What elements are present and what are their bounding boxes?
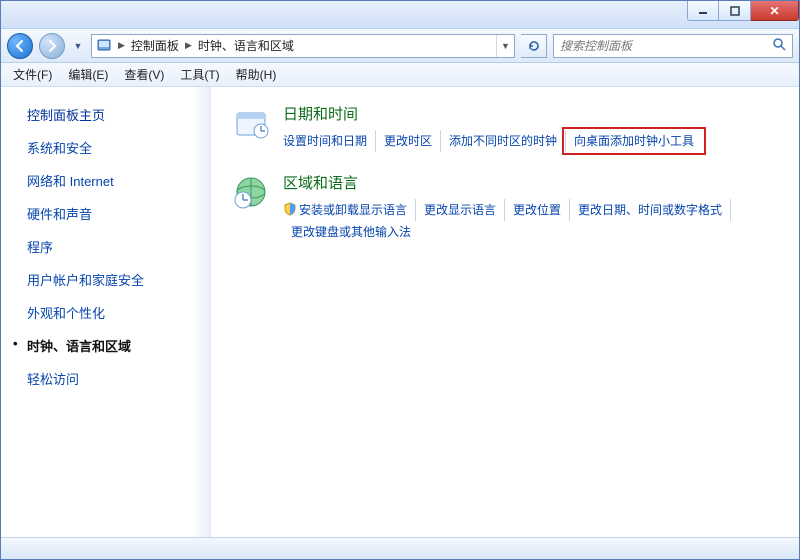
menu-view[interactable]: 查看(V) <box>118 64 170 85</box>
refresh-button[interactable] <box>521 34 547 58</box>
search-placeholder: 搜索控制面板 <box>560 37 632 54</box>
chevron-right-icon[interactable]: ▶ <box>183 40 194 51</box>
chevron-right-icon[interactable]: ▶ <box>116 40 127 51</box>
address-bar[interactable]: ▶ 控制面板 ▶ 时钟、语言和区域 ▼ <box>91 34 515 58</box>
sidebar-item[interactable]: 网络和 Internet <box>27 171 202 190</box>
section-title[interactable]: 区域和语言 <box>283 172 779 193</box>
sidebar-heading[interactable]: 控制面板主页 <box>27 105 202 124</box>
section-link[interactable]: 设置时间和日期 <box>283 130 376 152</box>
menu-file[interactable]: 文件(F) <box>7 64 58 85</box>
sidebar-item[interactable]: 时钟、语言和区域 <box>27 336 202 355</box>
sidebar-item[interactable]: 系统和安全 <box>27 138 202 157</box>
content-pane: 日期和时间设置时间和日期更改时区添加不同时区的时钟向桌面添加时钟小工具区域和语言… <box>211 87 799 537</box>
section-links: 安装或卸载显示语言更改显示语言更改位置更改日期、时间或数字格式更改键盘或其他输入… <box>283 199 779 243</box>
sidebar-item[interactable]: 用户帐户和家庭安全 <box>27 270 202 289</box>
status-bar <box>1 537 799 559</box>
section: 区域和语言安装或卸载显示语言更改显示语言更改位置更改日期、时间或数字格式更改键盘… <box>231 172 779 243</box>
nav-history-dropdown[interactable]: ▼ <box>71 33 85 59</box>
body: 控制面板主页 系统和安全网络和 Internet 硬件和声音程序用户帐户和家庭安全… <box>1 87 799 537</box>
breadcrumb-level1[interactable]: 控制面板 <box>127 35 183 57</box>
region-language-icon <box>231 172 271 212</box>
date-time-icon <box>231 103 271 143</box>
close-button[interactable]: ✕ <box>751 1 799 21</box>
sidebar-item[interactable]: 外观和个性化 <box>27 303 202 322</box>
nav-forward-button[interactable] <box>39 33 65 59</box>
nav-bar: ▼ ▶ 控制面板 ▶ 时钟、语言和区域 ▼ 搜索控制面板 <box>1 29 799 63</box>
nav-back-button[interactable] <box>7 33 33 59</box>
control-panel-icon <box>92 35 116 57</box>
section-title[interactable]: 日期和时间 <box>283 103 702 124</box>
menu-edit[interactable]: 编辑(E) <box>62 64 114 85</box>
menu-bar: 文件(F) 编辑(E) 查看(V) 工具(T) 帮助(H) <box>1 63 799 87</box>
address-dropdown[interactable]: ▼ <box>496 35 514 57</box>
section-links: 设置时间和日期更改时区添加不同时区的时钟向桌面添加时钟小工具 <box>283 130 702 152</box>
shield-icon <box>283 201 297 215</box>
search-icon[interactable] <box>772 37 786 54</box>
section-link[interactable]: 向桌面添加时钟小工具 <box>566 130 702 152</box>
section: 日期和时间设置时间和日期更改时区添加不同时区的时钟向桌面添加时钟小工具 <box>231 103 779 152</box>
titlebar: ✕ <box>1 1 799 29</box>
section-link[interactable]: 更改键盘或其他输入法 <box>283 221 419 243</box>
section-link[interactable]: 更改时区 <box>376 130 441 152</box>
section-link[interactable]: 更改显示语言 <box>416 199 505 221</box>
section-link[interactable]: 更改日期、时间或数字格式 <box>570 199 731 221</box>
search-input[interactable]: 搜索控制面板 <box>553 34 793 58</box>
sidebar-item[interactable]: 程序 <box>27 237 202 256</box>
sidebar-item[interactable]: 轻松访问 <box>27 369 202 388</box>
section-link[interactable]: 添加不同时区的时钟 <box>441 130 566 152</box>
menu-help[interactable]: 帮助(H) <box>230 64 283 85</box>
maximize-button[interactable] <box>719 1 751 21</box>
breadcrumb-level2[interactable]: 时钟、语言和区域 <box>194 35 298 57</box>
section-link[interactable]: 更改位置 <box>505 199 570 221</box>
minimize-button[interactable] <box>687 1 719 21</box>
section-link[interactable]: 安装或卸载显示语言 <box>283 199 416 221</box>
sidebar-item[interactable]: 硬件和声音 <box>27 204 202 223</box>
menu-tools[interactable]: 工具(T) <box>174 64 225 85</box>
sidebar: 控制面板主页 系统和安全网络和 Internet 硬件和声音程序用户帐户和家庭安全… <box>1 87 211 537</box>
control-panel-window: ✕ ▼ ▶ 控制面板 ▶ 时钟、语言和区域 ▼ 搜索控制面板 <box>0 0 800 560</box>
